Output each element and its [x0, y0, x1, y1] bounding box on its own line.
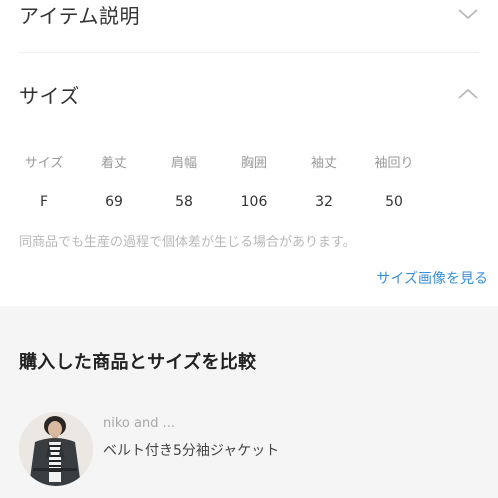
product-name: ベルト付き5分袖ジャケット	[103, 443, 280, 459]
chevron-down-icon	[458, 9, 478, 20]
size-table-cell: 106	[240, 194, 268, 210]
size-table-row: F 69 58 106 32 50	[0, 152, 498, 210]
purchased-product-item[interactable]: niko and ... ベルト付き5分袖ジャケット	[19, 412, 479, 492]
jacket-model-image	[19, 412, 93, 486]
compare-section-title: 購入した商品とサイズを比較	[19, 352, 257, 373]
size-table-cell: 69	[105, 194, 123, 210]
product-brand: niko and ...	[103, 416, 175, 431]
item-description-header[interactable]: アイテム説明	[0, 0, 498, 34]
size-section-title: サイズ	[19, 83, 80, 108]
size-table-cell: 50	[385, 194, 403, 210]
product-thumbnail	[19, 412, 93, 486]
size-table: サイズ 着丈 肩幅 胸囲 袖丈 袖回り F 69 58 106 32 50	[0, 152, 498, 210]
size-table-cell: F	[39, 194, 49, 210]
item-description-title: アイテム説明	[19, 3, 140, 28]
section-divider	[19, 52, 479, 53]
size-section-header[interactable]: サイズ	[0, 74, 498, 114]
size-table-cell: 32	[315, 194, 333, 210]
chevron-up-icon	[458, 88, 478, 99]
size-disclaimer: 同商品でも生産の過程で個体差が生じる場合があります。	[19, 235, 356, 250]
size-table-cell: 58	[175, 194, 193, 210]
view-size-image-link[interactable]: サイズ画像を見る	[376, 268, 488, 288]
